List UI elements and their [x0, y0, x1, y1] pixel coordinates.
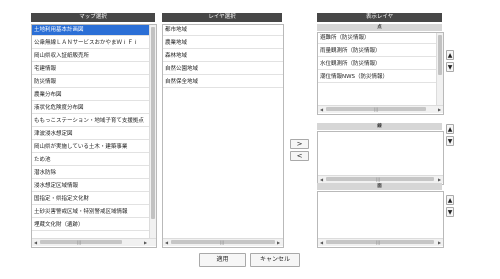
list-item[interactable]: 公衆無線ＬＡＮサービスおかやまＷｉＦｉ	[32, 38, 149, 49]
line-move-up-button[interactable]: ▲	[446, 124, 454, 134]
list-item[interactable]: 液状化危険度分布図	[32, 103, 149, 114]
scroll-right-arrow-icon[interactable]: ▶	[142, 239, 149, 246]
display-layer-panel: 表示レイヤ 点 避難所（防災情報） 雨量観測所（防災情報） 水位観測所（防災情報） 潮…	[317, 13, 444, 248]
list-item[interactable]: 自然公園地域	[163, 64, 283, 75]
list-item[interactable]: 水位観測所（防災情報）	[318, 59, 436, 70]
point-list-vertical-scrollbar[interactable]	[436, 33, 443, 105]
list-item[interactable]: 宅建情報	[32, 64, 149, 75]
layer-panel-title: レイヤ選択	[162, 13, 282, 22]
list-item[interactable]: 土砂災害警戒区域・特別警戒区域情報	[32, 207, 149, 218]
point-list-horizontal-scrollbar[interactable]: ◀ ||| ▶	[318, 105, 443, 113]
scroll-left-arrow-icon[interactable]: ◀	[318, 239, 325, 246]
list-item[interactable]: 浸水想定区域情報	[32, 181, 149, 192]
list-item[interactable]: 農業分布図	[32, 90, 149, 101]
list-item[interactable]: ももっこステーション・地域子育て支援拠点	[32, 116, 149, 127]
map-list-vertical-scrollbar[interactable]	[149, 25, 156, 238]
list-item[interactable]: 津波浸水想定図	[32, 129, 149, 140]
list-item[interactable]: 避難所（防災情報）	[318, 33, 436, 44]
point-layer-list[interactable]: 避難所（防災情報） 雨量観測所（防災情報） 水位観測所（防災情報） 潮位情報NWS（防…	[317, 32, 444, 115]
area-layer-list[interactable]: ◀ ||| ▶	[317, 191, 444, 248]
point-move-up-button[interactable]: ▲	[446, 50, 454, 60]
area-list-horizontal-scrollbar[interactable]: ◀ ||| ▶	[318, 238, 443, 246]
list-item[interactable]: 潮位情報NWS（防災情報）	[318, 72, 436, 83]
layer-select-panel: レイヤ選択 都市地域農業地域森林地域自然公園地域 自然保全地域 ◀ ||| ▶	[162, 13, 284, 248]
scroll-left-arrow-icon[interactable]: ◀	[318, 176, 325, 183]
list-item[interactable]: 土地利用基本計画図	[32, 25, 149, 36]
grip-icon: |||	[374, 107, 379, 112]
list-item[interactable]: 森林地域	[163, 51, 283, 62]
scroll-right-arrow-icon[interactable]: ▶	[436, 106, 443, 113]
display-panel-title: 表示レイヤ	[317, 13, 442, 22]
line-group-header: 線	[317, 123, 442, 130]
map-panel-title: マップ選択	[31, 13, 155, 22]
list-item[interactable]: 農業地域	[163, 38, 283, 49]
list-item[interactable]: 自然保全地域	[163, 77, 283, 88]
list-item[interactable]: 雨量観測所（防災情報）	[318, 46, 436, 57]
layer-list[interactable]: 都市地域農業地域森林地域自然公園地域 自然保全地域 ◀ ||| ▶	[162, 24, 284, 248]
remove-layer-button[interactable]: <	[290, 151, 309, 161]
layer-list-horizontal-scrollbar[interactable]: ◀ ||| ▶	[163, 238, 283, 246]
list-item[interactable]: 岡山県収入証紙販売所	[32, 51, 149, 62]
scroll-left-arrow-icon[interactable]: ◀	[318, 106, 325, 113]
area-group-header: 面	[317, 183, 442, 190]
area-move-up-button[interactable]: ▲	[446, 195, 454, 205]
grip-icon: |||	[376, 240, 381, 245]
map-list-horizontal-scrollbar[interactable]: ◀ ||| ▶	[32, 238, 156, 246]
scroll-right-arrow-icon[interactable]: ▶	[436, 239, 443, 246]
map-list[interactable]: 土地利用基本計画図 公衆無線ＬＡＮサービスおかやまＷｉＦｉ 岡山県収入証紙販売所 宅建…	[31, 24, 157, 248]
list-item[interactable]: 国指定・県指定文化財	[32, 194, 149, 205]
point-move-down-button[interactable]: ▼	[446, 62, 454, 72]
scroll-left-arrow-icon[interactable]: ◀	[32, 239, 39, 246]
apply-button[interactable]: 適用	[199, 253, 246, 267]
grip-icon: |||	[77, 240, 82, 245]
add-layer-button[interactable]: >	[290, 139, 309, 149]
area-move-down-button[interactable]: ▼	[446, 207, 454, 217]
scroll-left-arrow-icon[interactable]: ◀	[163, 239, 170, 246]
grip-icon: |||	[376, 177, 381, 182]
line-layer-list[interactable]: ◀ ||| ▶	[317, 131, 444, 185]
scroll-right-arrow-icon[interactable]: ▶	[436, 176, 443, 183]
map-select-panel: マップ選択 土地利用基本計画図 公衆無線ＬＡＮサービスおかやまＷｉＦｉ 岡山県収入証…	[31, 13, 157, 248]
list-item[interactable]: 岡山県が実施している土木・建築事業	[32, 142, 149, 153]
grip-icon: |||	[220, 240, 225, 245]
line-move-down-button[interactable]: ▼	[446, 136, 454, 146]
scroll-right-arrow-icon[interactable]: ▶	[275, 239, 282, 246]
list-item[interactable]: 潜水防除	[32, 168, 149, 179]
point-list-scroll-thumb[interactable]	[438, 35, 442, 75]
cancel-button[interactable]: キャンセル	[250, 253, 300, 267]
list-item[interactable]: 埋蔵文化財（遺跡）	[32, 220, 149, 231]
point-group-header: 点	[317, 24, 442, 31]
list-item[interactable]: 都市地域	[163, 25, 283, 36]
line-list-horizontal-scrollbar[interactable]: ◀ ||| ▶	[318, 175, 443, 183]
map-list-scroll-thumb[interactable]	[151, 27, 155, 219]
list-item[interactable]: ため池	[32, 155, 149, 166]
list-item[interactable]: 防災情報	[32, 77, 149, 88]
